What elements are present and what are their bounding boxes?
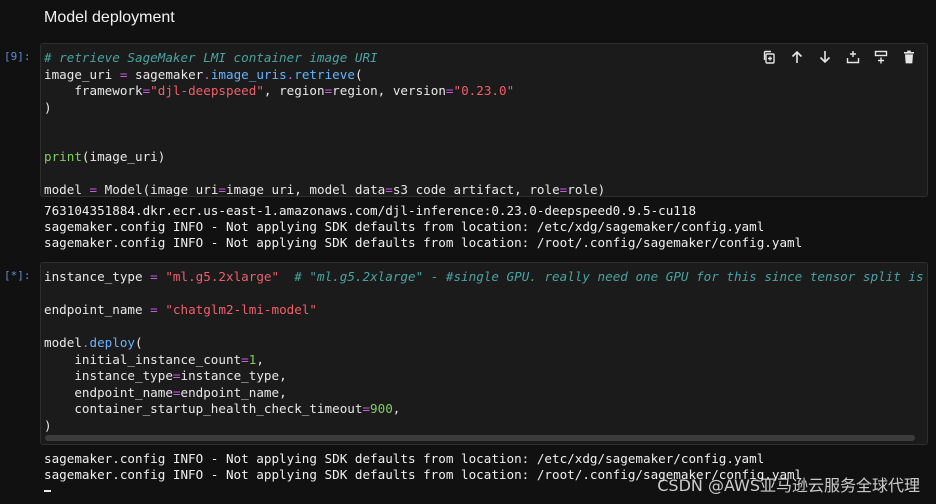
code-line: framework="djl-deepspeed", region=region…	[44, 83, 514, 98]
code-token: =	[172, 368, 181, 383]
output-line: sagemaker.config INFO - Not applying SDK…	[44, 219, 765, 234]
arrow-up-icon	[791, 50, 803, 63]
code-token: =	[362, 401, 371, 416]
code-token: =	[218, 182, 227, 197]
copy-icon	[763, 50, 775, 64]
section-heading: Model deployment	[44, 9, 175, 26]
cell-prompt-1: [9]:	[4, 50, 31, 63]
code-token: image_uris	[210, 66, 287, 82]
insert-above-button[interactable]	[843, 47, 863, 67]
code-token: "chatglm2-lmi-model"	[165, 302, 317, 317]
code-cell-2[interactable]: instance_type = "ml.g5.2xlarge" # "ml.g5…	[40, 262, 928, 445]
code-token: role)	[567, 182, 606, 197]
code-token: (	[135, 335, 143, 350]
code-token: sagemaker	[127, 66, 204, 82]
code-token: region, version	[332, 83, 446, 98]
code-token: =	[172, 384, 181, 400]
insert-below-icon	[874, 50, 888, 64]
code-token: instance_type	[44, 269, 151, 284]
code-token: "0.23.0"	[453, 83, 515, 98]
code-line: image_uri = sagemaker.image_uris.retriev…	[44, 67, 363, 82]
code-line: endpoint_name=endpoint_name,	[44, 384, 287, 400]
code-token: # retrieve SageMaker LMI container image…	[44, 50, 378, 65]
code-token: )	[44, 99, 52, 115]
code-token: .	[203, 66, 211, 82]
code-token: image_uri	[44, 66, 120, 82]
code-editor-1[interactable]: # retrieve SageMaker LMI container image…	[44, 50, 606, 197]
code-token: (image_uri)	[81, 149, 166, 164]
code-line: model.deploy(	[44, 335, 143, 350]
code-line: # retrieve SageMaker LMI container image…	[44, 50, 378, 65]
cell-output-1: 763104351884.dkr.ecr.us-east-1.amazonaws…	[44, 203, 802, 251]
code-token: endpoint_name	[44, 302, 151, 317]
code-token: , region	[263, 83, 325, 98]
code-token: retrieve	[294, 66, 355, 82]
code-token: print	[44, 149, 82, 164]
code-token: (	[354, 66, 363, 82]
code-token: instance_type,	[180, 368, 287, 383]
code-line: )	[44, 418, 52, 433]
code-token: initial_instance_count	[44, 351, 242, 367]
insert-above-icon	[846, 51, 860, 64]
duplicate-cell-button[interactable]	[759, 47, 779, 67]
code-cell-1[interactable]: # retrieve SageMaker LMI container image…	[40, 43, 928, 197]
move-down-button[interactable]	[815, 47, 835, 67]
code-token: =	[241, 351, 249, 367]
code-line: )	[44, 100, 52, 115]
code-token: =	[385, 182, 393, 197]
cell-prompt-2: [*]:	[4, 269, 31, 282]
trash-icon	[904, 50, 914, 64]
code-token: ,	[392, 401, 401, 416]
arrow-down-icon	[819, 51, 831, 64]
code-token: s3_code_artifact, role	[392, 182, 560, 197]
code-line: endpoint_name = "chatglm2-lmi-model"	[44, 302, 317, 317]
code-line: instance_type = "ml.g5.2xlarge" # "ml.g5…	[44, 269, 928, 284]
code-token: endpoint_name,	[180, 384, 287, 400]
code-token: container_startup_health_check_timeout	[44, 401, 363, 416]
code-token: deploy	[89, 335, 136, 350]
code-token: framework	[44, 83, 143, 98]
code-editor-2[interactable]: instance_type = "ml.g5.2xlarge" # "ml.g5…	[44, 269, 928, 434]
output-cursor	[44, 490, 51, 492]
output-line: 763104351884.dkr.ecr.us-east-1.amazonaws…	[44, 203, 697, 218]
code-line: initial_instance_count=1,	[44, 352, 264, 367]
code-token: =	[89, 182, 98, 197]
code-token: )	[44, 417, 52, 433]
code-token: 900	[370, 401, 393, 416]
code-token: instance_type	[44, 368, 173, 383]
code-token: endpoint_name	[44, 384, 173, 400]
watermark: CSDN @AWS亚马逊云服务全球代理	[657, 476, 920, 495]
output-line: sagemaker.config INFO - Not applying SDK…	[44, 235, 803, 250]
code-token: "ml.g5.2xlarge"	[165, 269, 280, 284]
code-line: container_startup_health_check_timeout=9…	[44, 401, 400, 416]
code-token: ,	[256, 351, 264, 367]
cell-toolbar	[759, 47, 919, 67]
code-token: model	[44, 182, 90, 197]
horizontal-scrollbar[interactable]	[45, 435, 915, 441]
code-token: =	[445, 83, 454, 98]
code-line: model = Model(image_uri=image_uri, model…	[44, 182, 606, 197]
output-line: sagemaker.config INFO - Not applying SDK…	[44, 451, 765, 466]
move-up-button[interactable]	[787, 47, 807, 67]
code-line: print(image_uri)	[44, 149, 165, 164]
delete-cell-button[interactable]	[899, 47, 919, 67]
code-token: Model(image_uri	[97, 182, 219, 197]
insert-below-button[interactable]	[871, 47, 891, 67]
code-token: .	[81, 335, 90, 350]
code-line: instance_type=instance_type,	[44, 368, 287, 383]
code-token: =	[150, 269, 158, 284]
code-token: =	[150, 302, 158, 317]
code-token: "djl-deepspeed"	[150, 83, 264, 98]
code-token: # "ml.g5.2xlarge" - #single GPU. really …	[294, 269, 928, 284]
code-token: image_uri, model_data	[226, 182, 386, 197]
code-token: model	[44, 335, 82, 350]
